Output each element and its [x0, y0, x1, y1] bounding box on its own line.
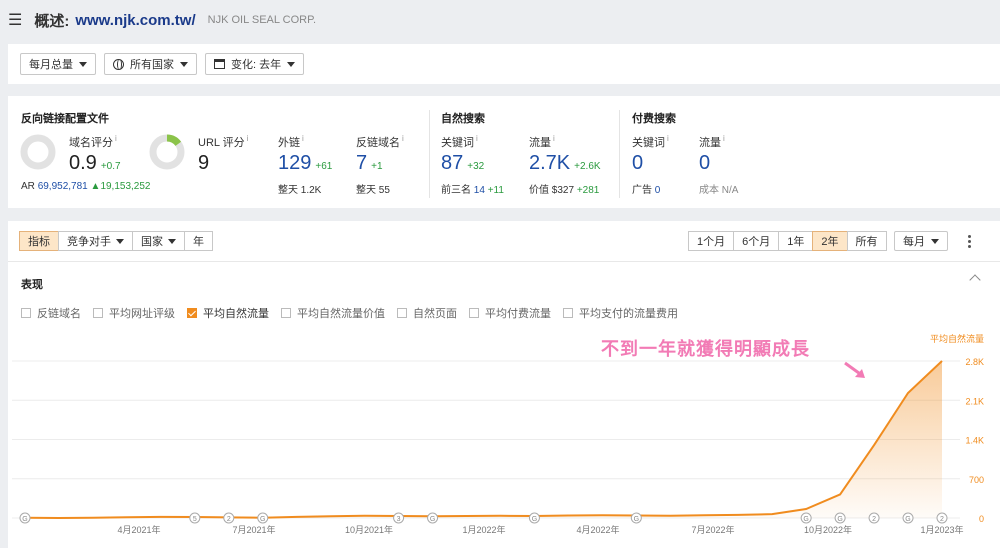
traffic-chart: 0 700 1.4K 2.1K 2.8K 平均自然流量 4月2021年 7月2021年 10月2…: [12, 333, 984, 535]
event-marker-label: 2: [227, 516, 231, 523]
x-tick-label: 7月2022年: [691, 524, 734, 535]
event-marker-label: 2: [940, 516, 944, 523]
event-marker-label: G: [532, 516, 537, 523]
y-tick-label: 700: [969, 475, 984, 485]
event-marker-label: G: [22, 516, 27, 523]
x-tick-label: 4月2022年: [576, 524, 619, 535]
event-marker-label: G: [634, 516, 639, 523]
y-tick-label: 2.8K: [965, 357, 984, 367]
x-tick-label: 4月2021年: [117, 524, 160, 535]
event-marker-label: 2: [872, 516, 876, 523]
event-marker-label: G: [803, 516, 808, 523]
x-tick-label: 10月2022年: [804, 524, 852, 535]
x-tick-label: 7月2021年: [232, 524, 275, 535]
event-marker-label: 3: [397, 516, 401, 523]
series-label: 平均自然流量: [930, 333, 984, 344]
y-tick-label: 0: [979, 514, 984, 524]
x-tick-label: 10月2021年: [345, 524, 393, 535]
y-tick-label: 2.1K: [965, 396, 984, 406]
event-marker-label: G: [260, 516, 265, 523]
x-tick-label: 1月2022年: [462, 524, 505, 535]
event-marker-label: G: [430, 516, 435, 523]
growth-annotation: 不到一年就獲得明顯成長: [601, 339, 810, 359]
event-marker-label: G: [905, 516, 910, 523]
event-marker-label: G: [837, 516, 842, 523]
x-tick-label: 1月2023年: [920, 524, 963, 535]
y-tick-label: 1.4K: [965, 436, 984, 446]
arrow-icon: [844, 361, 865, 378]
event-marker-label: 5: [193, 516, 197, 523]
